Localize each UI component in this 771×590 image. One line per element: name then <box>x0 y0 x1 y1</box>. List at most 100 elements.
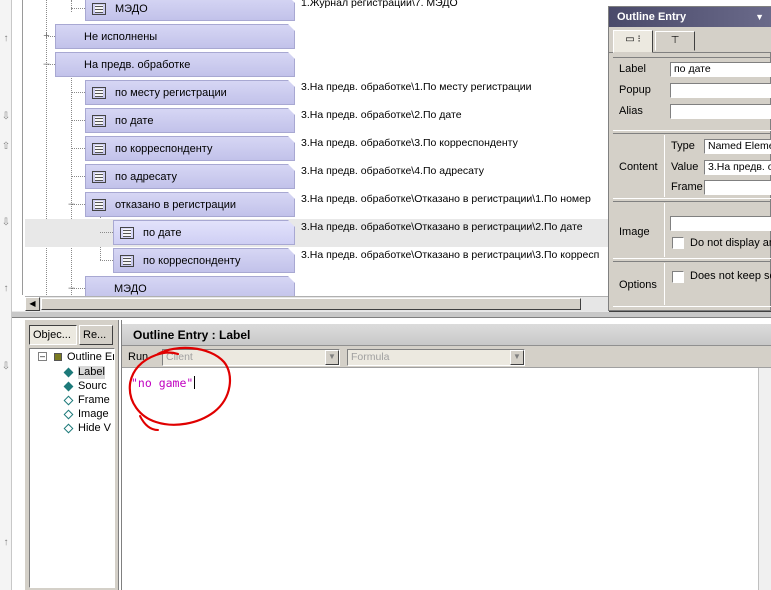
outline-entry[interactable]: МЭДО <box>85 0 295 21</box>
outline-entry-path: 3.На предв. обработке\Отказано в регистр… <box>301 193 591 205</box>
outline-entry[interactable]: Не исполнены <box>55 24 295 49</box>
tab-reference[interactable]: Re... <box>79 325 113 345</box>
do-not-display-label: Do not display an <box>690 237 771 249</box>
tab-font[interactable]: ⊤ <box>655 31 695 51</box>
label-caption: Label <box>619 63 646 75</box>
arrow-down-icon[interactable]: ⇩ <box>1 362 11 372</box>
outline-entry[interactable]: по корреспонденту <box>85 136 295 161</box>
outline-entry-label: МЭДО <box>115 2 148 15</box>
outline-entry-path: 3.На предв. обработке\4.По адресату <box>301 165 484 177</box>
tree-line <box>100 260 113 261</box>
tree-line <box>71 120 85 121</box>
scroll-thumb[interactable] <box>41 298 581 310</box>
outline-entry[interactable]: На предв. обработке <box>55 52 295 77</box>
collapse-icon[interactable]: – <box>42 59 51 70</box>
value-caption: Value <box>671 161 699 173</box>
chevron-down-icon[interactable]: ▼ <box>325 350 339 365</box>
view-icon <box>120 227 134 239</box>
type-field[interactable]: Named Eleme <box>704 139 771 154</box>
font-settings-icon: ⊤ <box>670 35 680 46</box>
alias-field[interactable] <box>670 104 771 119</box>
outline-entry-properties: Outline Entry ▼ ▭ ⁝ ⊤ Label по дате Popu… <box>608 6 771 311</box>
chevron-down-icon[interactable]: ▼ <box>510 350 524 365</box>
outline-entry-label: по месту регистрации <box>115 86 227 99</box>
arrow-up-icon[interactable]: ↑ <box>1 538 11 548</box>
tree-line <box>71 0 72 12</box>
view-icon <box>92 171 106 183</box>
tree-collapse-icon[interactable]: – <box>38 352 47 361</box>
outline-entry-path: 1.Журнал регистрации\7. МЭДО <box>301 0 458 9</box>
arrow-up-icon[interactable]: ⇧ <box>1 142 11 152</box>
object-navigator: Objec... Re... – Outline En Label Sourc Fr… <box>25 320 119 590</box>
outline-entry-path: 3.На предв. обработке\2.По дате <box>301 109 462 121</box>
view-icon <box>92 87 106 99</box>
frame-field[interactable] <box>704 180 771 195</box>
options-caption: Options <box>619 279 657 291</box>
arrow-down-icon[interactable]: ⇩ <box>1 112 11 122</box>
client-select[interactable]: Client ▼ <box>162 349 340 366</box>
tree-node[interactable]: Hide V <box>78 422 111 435</box>
outline-entry[interactable]: по корреспонденту <box>113 248 295 273</box>
outline-entry-label: Не исполнены <box>84 30 158 43</box>
arrow-up-icon[interactable]: ↑ <box>1 284 11 294</box>
outline-entry-label: по дате <box>115 114 154 127</box>
image-field[interactable] <box>670 216 771 231</box>
view-icon <box>92 3 106 15</box>
does-not-keep-label: Does not keep se <box>690 270 771 282</box>
properties-tabs: ▭ ⁝ ⊤ <box>609 27 771 53</box>
outline-entry-label: по дате <box>143 226 182 239</box>
code-text-area[interactable]: "no game" <box>131 376 196 390</box>
gutter-divider <box>22 0 23 295</box>
do-not-display-checkbox[interactable] <box>672 237 684 249</box>
label-field[interactable]: по дате <box>670 62 771 77</box>
value-field[interactable]: 3.На предв. о <box>704 160 771 175</box>
outline-entry[interactable]: МЭДО <box>85 276 295 296</box>
formula-select[interactable]: Formula ▼ <box>347 349 525 366</box>
outline-entry-label: по корреспонденту <box>115 142 213 155</box>
tree-node[interactable]: Sourc <box>78 380 107 393</box>
tab-objects[interactable]: Objec... <box>29 325 77 345</box>
expand-icon[interactable]: + <box>42 31 51 42</box>
outline-entry[interactable]: по дате <box>85 108 295 133</box>
outline-entry[interactable]: по месту регистрации <box>85 80 295 105</box>
tree-node[interactable]: Label <box>78 366 105 379</box>
options-divider <box>664 263 665 305</box>
event-diamond-icon <box>63 367 74 378</box>
tree-line <box>46 0 47 295</box>
popup-field[interactable] <box>670 83 771 98</box>
view-icon <box>120 255 134 267</box>
image-caption: Image <box>619 226 650 238</box>
tree-node[interactable]: Frame <box>78 394 110 407</box>
popup-caption: Popup <box>619 84 651 96</box>
outline-entry[interactable]: отказано в регистрации <box>85 192 295 217</box>
properties-title[interactable]: Outline Entry ▼ <box>609 7 771 27</box>
scroll-left-icon[interactable]: ◀ <box>25 297 40 311</box>
arrow-down-icon[interactable]: ⇩ <box>1 218 11 228</box>
properties-dropdown-icon[interactable]: ▼ <box>755 7 764 27</box>
outline-entry-icon <box>54 353 62 361</box>
collapse-icon[interactable]: – <box>67 199 76 210</box>
object-tree[interactable]: – Outline En Label Sourc Frame Image Hide V <box>29 348 115 588</box>
editor-vertical-scrollbar[interactable] <box>758 368 771 590</box>
event-diamond-icon <box>63 395 74 406</box>
outline-entry[interactable]: по дате <box>113 220 295 245</box>
outline-pane[interactable]: МЭДО 1.Журнал регистрации\7. МЭДО + Не испо… <box>25 0 610 296</box>
tab-info[interactable]: ▭ ⁝ <box>613 30 653 53</box>
tree-node[interactable]: Image <box>78 408 109 421</box>
tree-line <box>71 75 72 295</box>
outline-entry-path: 3.На предв. обработке\3.По корреспондент… <box>301 137 518 149</box>
event-diamond-icon <box>63 381 74 392</box>
tree-root[interactable]: Outline En <box>67 351 114 364</box>
content-divider <box>664 135 665 197</box>
pane-splitter[interactable] <box>12 311 771 318</box>
outline-entry[interactable]: по адресату <box>85 164 295 189</box>
editor-toolbar: Run Client ▼ Formula ▼ <box>122 346 771 368</box>
does-not-keep-checkbox[interactable] <box>672 271 684 283</box>
outline-horizontal-scrollbar[interactable]: ◀ <box>25 296 610 311</box>
arrow-up-icon[interactable]: ↑ <box>1 34 11 44</box>
editor-title: Outline Entry : Label <box>122 324 771 346</box>
client-select-value: Client <box>166 351 193 363</box>
view-icon <box>92 199 106 211</box>
view-icon <box>92 143 106 155</box>
collapse-icon[interactable]: – <box>67 283 76 294</box>
